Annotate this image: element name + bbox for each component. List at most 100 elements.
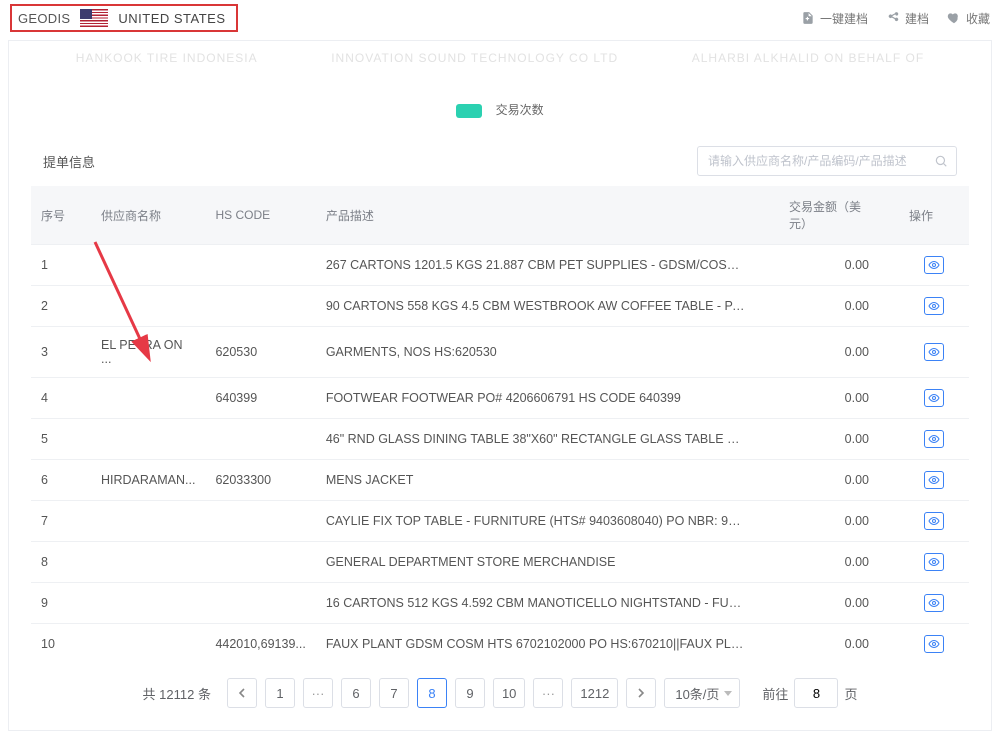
view-button[interactable] [924,256,944,274]
goto-prefix: 前往 [762,684,788,703]
cell-supplier: HIRDARAMAN... [91,460,205,501]
view-button[interactable] [924,389,944,407]
page-number-button[interactable]: 9 [455,678,485,708]
view-button[interactable] [924,471,944,489]
cell-desc: MENS JACKET [316,460,779,501]
cell-hscode: 620530 [205,327,315,378]
eye-icon [928,392,940,404]
document-plus-icon [801,11,815,25]
cell-desc: 90 CARTONS 558 KGS 4.5 CBM WESTBROOK AW … [316,286,779,327]
view-button[interactable] [924,553,944,571]
page-number-button[interactable]: 10 [493,678,525,708]
view-button[interactable] [924,430,944,448]
top-bar: GEODIS UNITED STATES 一键建档 建档 收藏 [0,0,1000,32]
one-click-create-button[interactable]: 一键建档 [801,10,868,27]
cell-desc: FAUX PLANT GDSM COSM HTS 6702102000 PO H… [316,624,779,665]
view-button[interactable] [924,512,944,530]
cell-index: 4 [31,378,91,419]
legend-label: 交易次数 [496,103,544,117]
page-number-button[interactable]: 7 [379,678,409,708]
cell-index: 5 [31,419,91,460]
main-card: HANKOOK TIRE INDONESIA INNOVATION SOUND … [8,40,992,731]
cell-op [899,624,969,665]
cell-index: 1 [31,245,91,286]
cell-hscode [205,501,315,542]
cell-index: 9 [31,583,91,624]
eye-icon [928,259,940,271]
cell-hscode [205,245,315,286]
cell-supplier [91,419,205,460]
view-button[interactable] [924,594,944,612]
cell-desc: GENERAL DEPARTMENT STORE MERCHANDISE [316,542,779,583]
favorite-button[interactable]: 收藏 [947,10,990,27]
cell-op [899,327,969,378]
top-actions: 一键建档 建档 收藏 [801,10,990,27]
cell-hscode [205,542,315,583]
cell-op [899,583,969,624]
cell-supplier [91,624,205,665]
cell-op [899,542,969,583]
cell-amount: 0.00 [779,501,899,542]
search-box[interactable] [697,146,957,176]
jiandang-label: 建档 [905,10,929,27]
col-op: 操作 [899,186,969,245]
cell-hscode: 640399 [205,378,315,419]
cell-amount: 0.00 [779,378,899,419]
cell-hscode: 442010,69139... [205,624,315,665]
cell-op [899,501,969,542]
table-row: 7CAYLIE FIX TOP TABLE - FURNITURE (HTS# … [31,501,969,542]
view-button[interactable] [924,297,944,315]
cell-supplier [91,378,205,419]
table-row: 4640399FOOTWEAR FOOTWEAR PO# 4206606791 … [31,378,969,419]
page-number-button[interactable]: 6 [341,678,371,708]
goto-input[interactable] [794,678,838,708]
eye-icon [928,556,940,568]
cell-amount: 0.00 [779,327,899,378]
page-ellipsis[interactable]: ··· [533,678,563,708]
cell-index: 10 [31,624,91,665]
chart-legend: 交易次数 [9,71,991,146]
cell-index: 7 [31,501,91,542]
cell-index: 8 [31,542,91,583]
cell-amount: 0.00 [779,419,899,460]
cell-amount: 0.00 [779,245,899,286]
search-icon[interactable] [934,154,948,168]
col-hscode: HS CODE [205,186,315,245]
view-button[interactable] [924,635,944,653]
eye-icon [928,515,940,527]
page-number-button[interactable]: 1212 [571,678,618,708]
cell-supplier [91,245,205,286]
cell-op [899,378,969,419]
eye-icon [928,346,940,358]
view-button[interactable] [924,343,944,361]
one-click-create-label: 一键建档 [820,10,868,27]
page-size-label: 10条/页 [675,684,719,703]
page-ellipsis[interactable]: ··· [303,678,333,708]
page-prev-button[interactable] [227,678,257,708]
page-number-button[interactable]: 1 [265,678,295,708]
jiandang-button[interactable]: 建档 [886,10,929,27]
section-title: 提单信息 [43,152,95,171]
cell-desc: GARMENTS, NOS HS:620530 [316,327,779,378]
cell-amount: 0.00 [779,624,899,665]
page-size-select[interactable]: 10条/页 [664,678,740,708]
chevron-right-icon [637,688,645,698]
cell-hscode: 62033300 [205,460,315,501]
cell-index: 3 [31,327,91,378]
cell-supplier: EL PETRA ON ... [91,327,205,378]
ghost-label: ALHARBI ALKHALID ON BEHALF OF [692,51,924,65]
cell-supplier [91,286,205,327]
table-row: 916 CARTONS 512 KGS 4.592 CBM MANOTICELL… [31,583,969,624]
col-amount: 交易金额（美元） [779,186,899,245]
table-row: 10 442010,69139...FAUX PLANT GDSM COSM HT… [31,624,969,665]
search-input[interactable] [706,153,934,169]
cell-hscode [205,419,315,460]
cell-supplier [91,542,205,583]
page-number-button[interactable]: 8 [417,678,447,708]
table-row: 8GENERAL DEPARTMENT STORE MERCHANDISE0.0… [31,542,969,583]
cell-supplier [91,583,205,624]
page-next-button[interactable] [626,678,656,708]
page-total: 共 12112 条 [143,684,211,703]
goto-suffix: 页 [844,684,857,703]
table-row: 3EL PETRA ON ...620530GARMENTS, NOS HS:6… [31,327,969,378]
